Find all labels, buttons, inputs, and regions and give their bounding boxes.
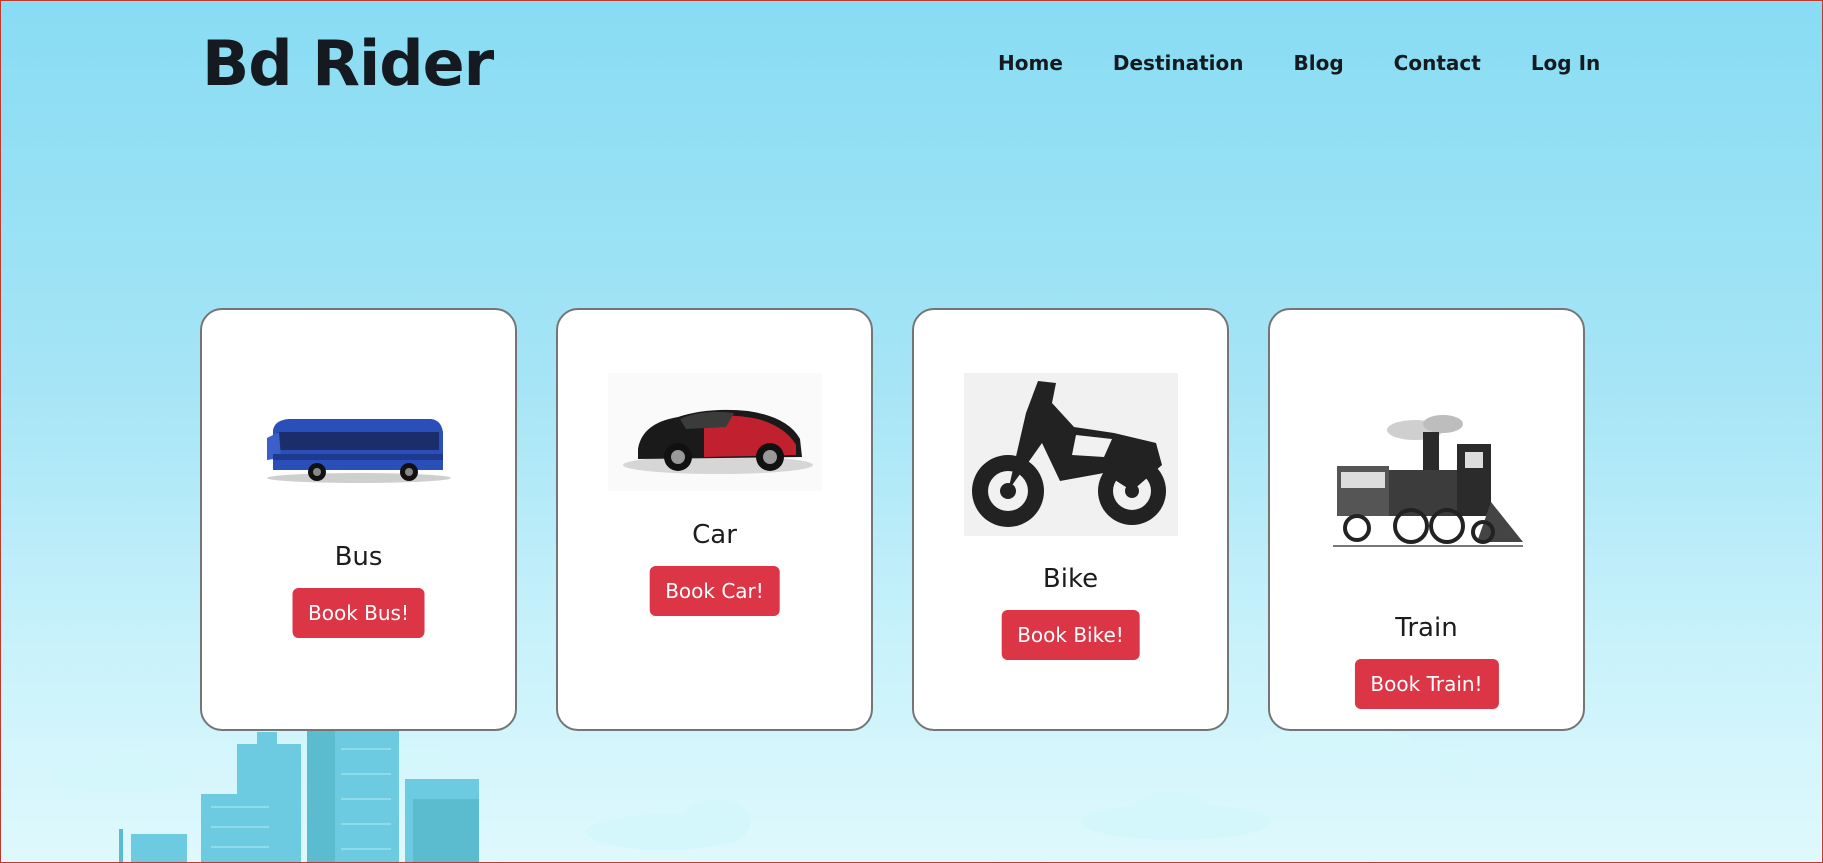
site-header: Bd Rider Home Destination Blog Contact L… bbox=[1, 1, 1822, 121]
car-title: Car bbox=[692, 520, 737, 550]
main-nav: Home Destination Blog Contact Log In bbox=[998, 51, 1650, 75]
bike-image bbox=[963, 373, 1178, 536]
bus-title: Bus bbox=[334, 542, 383, 572]
book-car-button[interactable]: Book Car! bbox=[649, 566, 780, 616]
brand-logo[interactable]: Bd Rider bbox=[202, 27, 494, 100]
car-card: Car Book Car! bbox=[556, 308, 873, 731]
car-image bbox=[607, 373, 822, 491]
bus-image bbox=[266, 419, 451, 483]
nav-home-link[interactable]: Home bbox=[998, 51, 1063, 75]
bike-card: Bike Book Bike! bbox=[912, 308, 1229, 731]
train-card: Train Book Train! bbox=[1268, 308, 1585, 731]
nav-destination-link[interactable]: Destination bbox=[1113, 51, 1244, 75]
bus-card: Bus Book Bus! bbox=[200, 308, 517, 731]
nav-contact-link[interactable]: Contact bbox=[1394, 51, 1481, 75]
book-bike-button[interactable]: Book Bike! bbox=[1001, 610, 1140, 660]
nav-login-link[interactable]: Log In bbox=[1531, 51, 1600, 75]
train-title: Train bbox=[1395, 613, 1458, 643]
book-bus-button[interactable]: Book Bus! bbox=[292, 588, 425, 638]
train-image bbox=[1332, 415, 1523, 547]
bike-title: Bike bbox=[1042, 564, 1099, 594]
nav-blog-link[interactable]: Blog bbox=[1294, 51, 1344, 75]
book-train-button[interactable]: Book Train! bbox=[1354, 659, 1499, 709]
